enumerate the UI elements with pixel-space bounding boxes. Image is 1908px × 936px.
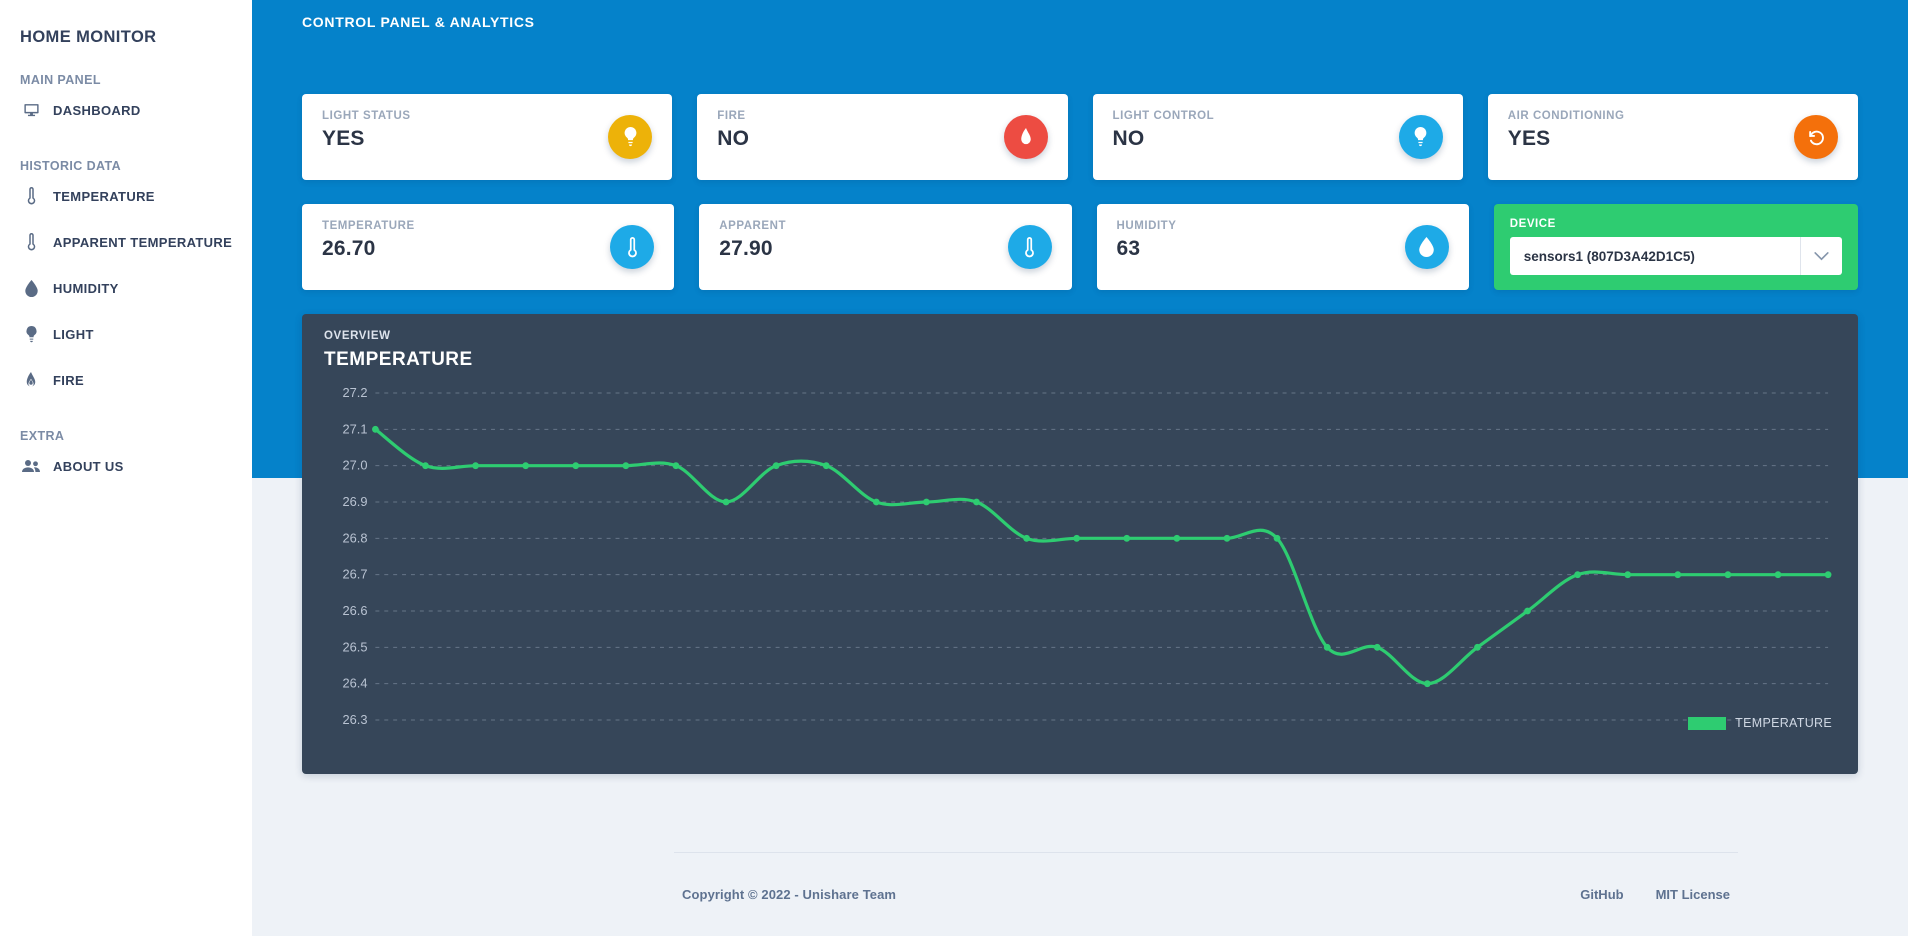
sidebar-item-label: HUMIDITY [53,280,119,296]
card-humidity[interactable]: HUMIDITY 63 [1096,204,1469,290]
footer-link-mit-license[interactable]: MIT License [1656,887,1730,902]
flame-icon [20,370,42,390]
chevron-down-icon[interactable] [1800,237,1842,275]
card-light-status[interactable]: LIGHT STATUS YES [302,94,673,180]
sidebar-item-label: ABOUT US [53,458,124,474]
card-label: TEMPERATURE [322,220,415,232]
rotate-left-icon [1794,115,1838,159]
card-value: 27.90 [719,237,773,260]
svg-text:26.7: 26.7 [343,567,368,582]
svg-text:27.2: 27.2 [343,385,368,400]
card-value: NO [1112,127,1145,150]
sidebar-heading-main-panel: MAIN PANEL [20,73,101,87]
brand-title: HOME MONITOR [20,28,157,46]
card-fire[interactable]: FIRE NO [697,94,1068,180]
sidebar-item-humidity[interactable]: HUMIDITY [0,265,252,311]
footer-copyright: Copyright © 2022 - Unishare Team [682,887,897,902]
sidebar-item-apparent-temperature[interactable]: APPARENT TEMPERATURE [0,219,252,265]
card-apparent-temperature[interactable]: APPARENT 27.90 [699,204,1072,290]
footer: Copyright © 2022 - Unishare Team GitHub … [504,852,1908,936]
chart-title: TEMPERATURE [324,349,473,370]
svg-text:27.0: 27.0 [343,458,368,473]
card-value: 26.70 [322,237,376,260]
monitor-icon [20,100,42,120]
card-temperature[interactable]: TEMPERATURE 26.70 [302,204,675,290]
sidebar: HOME MONITOR MAIN PANEL DASHBOARD HISTOR… [0,0,252,936]
card-value: YES [1507,127,1551,150]
card-label: APPARENT [719,220,787,232]
sidebar-item-light[interactable]: LIGHT [0,311,252,357]
card-label: HUMIDITY [1116,220,1177,232]
sidebar-item-label: APPARENT TEMPERATURE [53,234,233,250]
status-cards-row: LIGHT STATUS YES FIRE NO LIGHT CONTROL N… [284,94,1876,180]
chart-legend: TEMPERATURE [1688,716,1832,730]
svg-text:26.9: 26.9 [343,494,368,509]
sidebar-item-label: DASHBOARD [53,102,141,118]
main-content: CONTROL PANEL & ANALYTICS LIGHT STATUS Y… [252,0,1908,936]
flame-icon [1003,115,1048,159]
card-value: NO [717,127,750,150]
droplet-icon [20,278,42,298]
card-label: FIRE [717,110,746,122]
card-value: YES [322,127,365,150]
people-icon [20,456,42,476]
app-root: HOME MONITOR MAIN PANEL DASHBOARD HISTOR… [0,0,1908,936]
page-title: CONTROL PANEL & ANALYTICS [302,14,535,30]
footer-links: GitHub MIT License [1580,887,1730,902]
svg-text:26.4: 26.4 [343,676,368,691]
lightbulb-icon [20,324,42,344]
sidebar-item-dashboard[interactable]: DASHBOARD [0,87,252,133]
lightbulb-icon [1398,115,1443,159]
card-value: 63 [1116,237,1141,260]
legend-label: TEMPERATURE [1735,716,1832,730]
svg-text:26.5: 26.5 [343,639,368,654]
card-air-conditioning[interactable]: AIR CONDITIONING YES [1487,94,1858,180]
device-label: DEVICE [1509,218,1556,230]
legend-swatch [1688,716,1727,730]
sidebar-item-fire[interactable]: FIRE [0,357,252,403]
thermometer-icon [20,232,42,252]
svg-text:27.1: 27.1 [343,421,368,436]
sidebar-heading-historic-data: HISTORIC DATA [20,159,122,173]
sidebar-item-about-us[interactable]: ABOUT US [0,443,252,489]
svg-text:26.3: 26.3 [343,712,368,727]
thermometer-icon [1007,225,1052,269]
svg-text:26.8: 26.8 [343,530,368,545]
thermometer-icon [20,186,42,206]
chart-subtitle: OVERVIEW [324,330,391,342]
chart-plot-area: 27.2 27.1 27.0 26.9 26.8 26.7 26.6 26.5 26.4 26.3… [324,385,1836,730]
svg-text:26.6: 26.6 [343,603,368,618]
device-selector-card: DEVICE sensors1 (807D3A42D1C5) [1493,204,1858,290]
sidebar-item-label: TEMPERATURE [53,188,155,204]
card-label: LIGHT STATUS [322,110,411,122]
card-label: AIR CONDITIONING [1507,110,1625,122]
content-container: CONTROL PANEL & ANALYTICS LIGHT STATUS Y… [252,0,1908,774]
sidebar-item-label: FIRE [53,372,85,388]
temperature-line-chart[interactable]: 27.2 27.1 27.0 26.9 26.8 26.7 26.6 26.5 26.4 26.3 [324,385,1836,730]
sidebar-heading-extra: EXTRA [20,429,65,443]
card-light-control[interactable]: LIGHT CONTROL NO [1092,94,1463,180]
card-label: LIGHT CONTROL [1112,110,1215,122]
thermometer-icon [610,225,655,269]
droplet-icon [1404,225,1449,269]
sensor-cards-row: TEMPERATURE 26.70 APPARENT 27.90 HUMIDIT… [284,204,1876,290]
device-select-value: sensors1 (807D3A42D1C5) [1523,248,1695,264]
footer-link-github[interactable]: GitHub [1580,887,1623,902]
sidebar-item-temperature[interactable]: TEMPERATURE [0,173,252,219]
device-select[interactable]: sensors1 (807D3A42D1C5) [1509,237,1842,275]
sidebar-item-label: LIGHT [53,326,94,342]
chart-panel: OVERVIEW TEMPERATURE 27.2 27.1 27.0 26.9 26.… [302,314,1858,774]
lightbulb-icon [608,115,653,159]
